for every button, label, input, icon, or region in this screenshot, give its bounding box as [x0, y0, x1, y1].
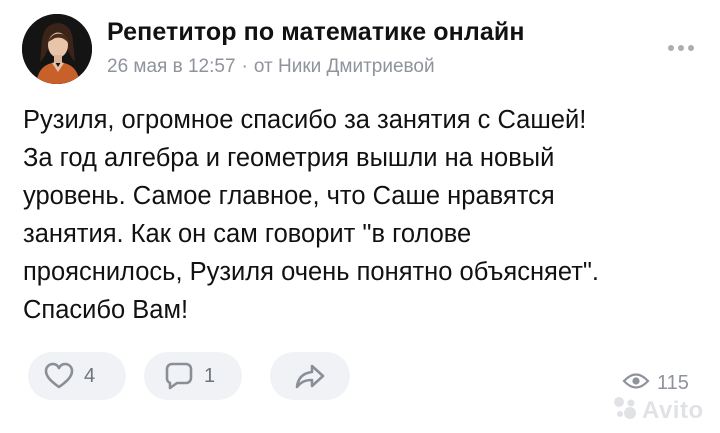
post-date: 26 мая в 12:57	[107, 56, 236, 77]
watermark-text: Avito	[642, 396, 704, 424]
post-text: Рузиля, огромное спасибо за занятия с Са…	[23, 106, 600, 324]
comment-count: 1	[204, 364, 216, 387]
share-arrow-icon	[295, 362, 325, 390]
avito-watermark: Avito	[612, 395, 704, 426]
comment-icon	[164, 361, 194, 391]
more-options-button[interactable]	[661, 36, 701, 60]
meta-separator: ·	[241, 56, 248, 77]
share-button[interactable]	[270, 352, 350, 400]
more-horizontal-icon	[666, 45, 696, 51]
avatar[interactable]	[22, 14, 92, 84]
avatar-image	[22, 14, 92, 84]
like-count: 4	[84, 364, 96, 387]
post-meta: 26 мая в 12:57 · от Ники Дмитриевой	[107, 56, 435, 78]
eye-icon	[622, 371, 650, 396]
like-button[interactable]: 4	[28, 352, 126, 400]
post-attribution[interactable]: от Ники Дмитриевой	[254, 56, 435, 77]
comment-button[interactable]: 1	[144, 352, 242, 400]
author-name[interactable]: Репетитор по математике онлайн	[107, 18, 525, 47]
views-counter: 115	[622, 371, 689, 396]
post-card: Репетитор по математике онлайн 26 мая в …	[0, 0, 720, 433]
views-count: 115	[657, 372, 689, 394]
avito-logo-icon	[612, 395, 638, 426]
heart-icon	[44, 362, 74, 390]
